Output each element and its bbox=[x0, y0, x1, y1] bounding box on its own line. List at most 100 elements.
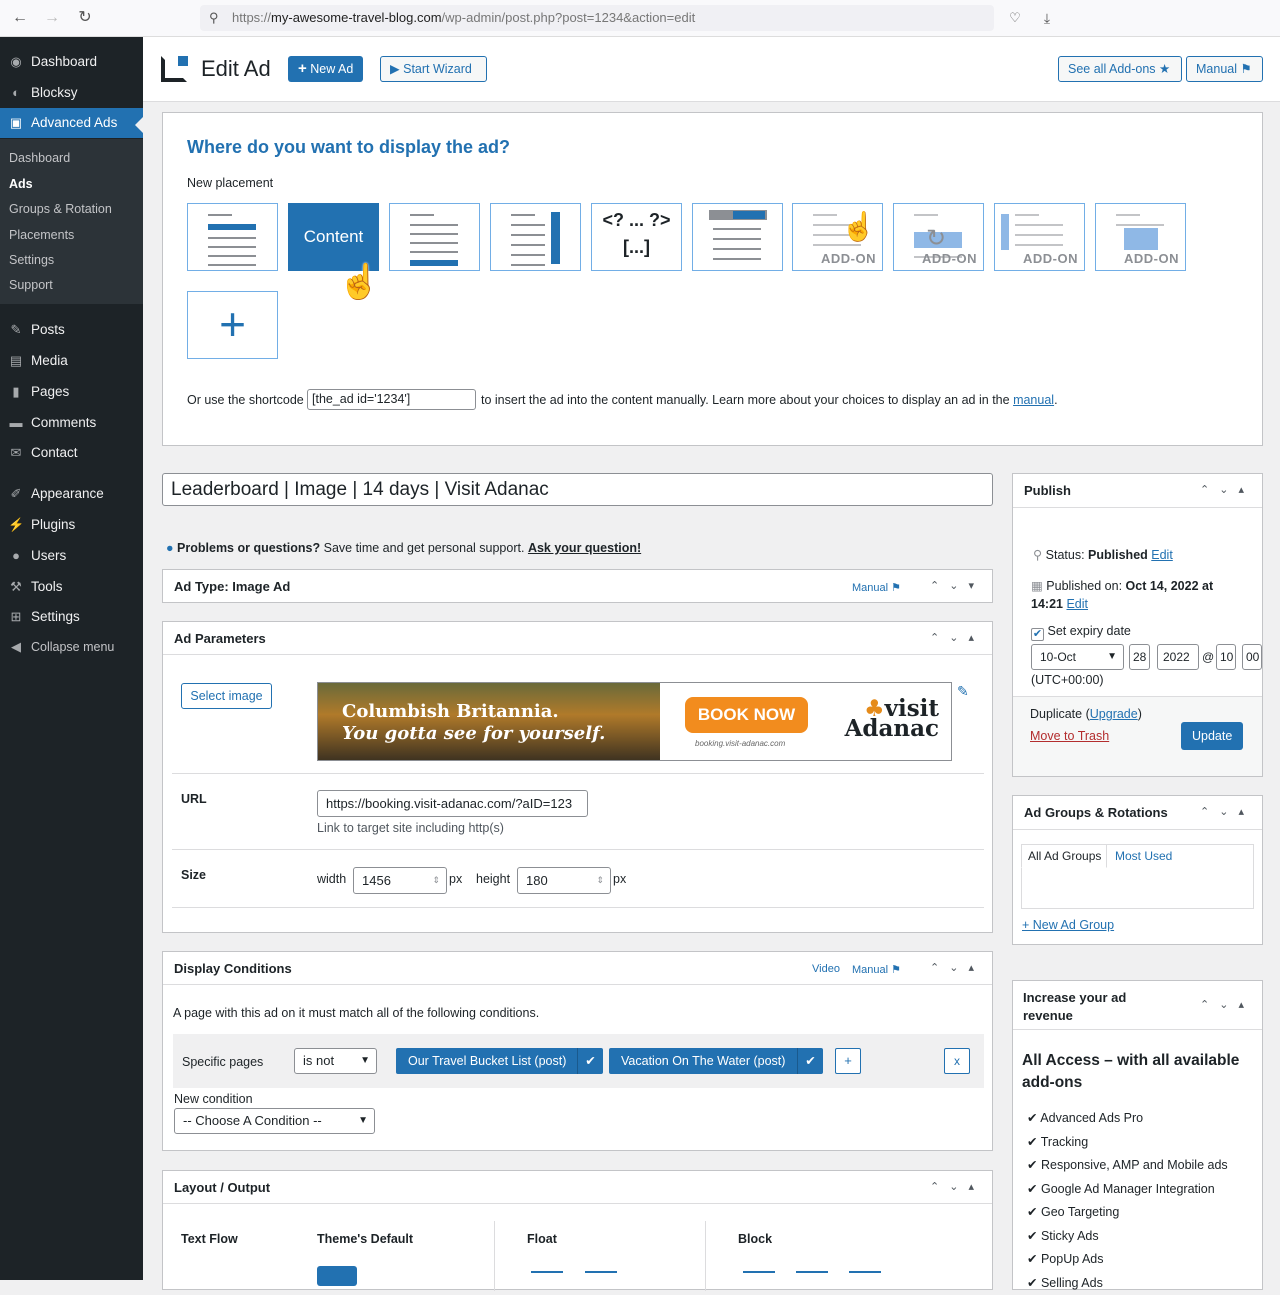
chevron-down-icon: ▼ bbox=[1107, 645, 1117, 669]
see-addons-button[interactable]: See all Add-ons ★ bbox=[1058, 56, 1182, 82]
submenu-support[interactable]: Support bbox=[9, 278, 53, 292]
url-input[interactable]: https://booking.visit-adanac.com/?aID=12… bbox=[317, 790, 588, 817]
placement-after-content[interactable] bbox=[389, 203, 480, 271]
block-left-option[interactable] bbox=[743, 1271, 775, 1273]
revenue-title[interactable]: Increase your adrevenue bbox=[1023, 989, 1126, 1025]
collapse-icon: ◀ bbox=[8, 632, 24, 662]
sidebar-item-advanced-ads[interactable]: ▣Advanced Ads bbox=[0, 108, 143, 138]
new-placement-label: New placement bbox=[187, 176, 273, 190]
edit-status-link[interactable]: Edit bbox=[1151, 548, 1173, 562]
reload-icon[interactable]: ↻ bbox=[75, 8, 95, 28]
placement-addon-layer[interactable]: ADD-ON bbox=[1095, 203, 1186, 271]
remove-condition-button[interactable]: x bbox=[944, 1048, 970, 1074]
placement-content[interactable]: Content bbox=[288, 203, 379, 271]
manual-button[interactable]: Manual ⚑ bbox=[1186, 56, 1263, 82]
placement-php-shortcode[interactable]: <? ... ?> [...] bbox=[591, 203, 682, 271]
sidebar-item-tools[interactable]: ⚒Tools bbox=[0, 572, 143, 602]
panel-controls[interactable]: ⌃⌄▴ bbox=[1200, 796, 1254, 829]
new-ad-button[interactable]: + New Ad bbox=[288, 56, 363, 82]
submenu-dashboard[interactable]: Dashboard bbox=[9, 151, 70, 165]
sidebar-item-dashboard[interactable]: ◉Dashboard bbox=[0, 47, 143, 77]
placement-addon-side[interactable]: ADD-ON bbox=[994, 203, 1085, 271]
submenu-ads[interactable]: Ads bbox=[9, 177, 33, 191]
manual-link[interactable]: manual bbox=[1013, 393, 1054, 407]
submenu-settings[interactable]: Settings bbox=[9, 253, 54, 267]
select-image-button[interactable]: Select image bbox=[181, 683, 272, 709]
placement-addon-refresh[interactable]: ↻ ADD-ON bbox=[893, 203, 984, 271]
shortcode-field[interactable]: [the_ad id='1234'] bbox=[307, 389, 476, 410]
spinner-icon[interactable]: ⇕ bbox=[596, 868, 604, 893]
upgrade-link[interactable]: Upgrade bbox=[1090, 707, 1138, 721]
ad-type-manual-link[interactable]: Manual ⚑ bbox=[852, 581, 901, 594]
add-placement-button[interactable]: + bbox=[187, 291, 278, 359]
block-right-option[interactable] bbox=[849, 1271, 881, 1273]
page-header: Edit Ad + New Ad ▶ Start Wizard See all … bbox=[143, 37, 1280, 102]
float-right-option[interactable] bbox=[585, 1271, 617, 1273]
conditions-manual-link[interactable]: Manual ⚑ bbox=[852, 963, 901, 976]
panel-controls[interactable]: ⌃⌄▴ bbox=[930, 1171, 984, 1204]
sidebar-item-plugins[interactable]: ⚡Plugins bbox=[0, 510, 143, 540]
add-condition-value-button[interactable]: + bbox=[835, 1048, 861, 1074]
dashboard-icon: ◉ bbox=[8, 47, 24, 77]
sidebar-item-media[interactable]: ▤Media bbox=[0, 346, 143, 376]
expiry-row: ✔ Set expiry date bbox=[1031, 624, 1131, 641]
placement-header-code[interactable] bbox=[692, 203, 783, 271]
float-left-option[interactable] bbox=[531, 1271, 563, 1273]
height-input[interactable]: 180⇕ bbox=[517, 867, 611, 894]
pocket-icon[interactable]: ♡ bbox=[1005, 8, 1025, 28]
choose-condition-select[interactable]: -- Choose A Condition --▼ bbox=[174, 1108, 375, 1134]
sidebar-item-blocksy[interactable]: ◐Blocksy bbox=[0, 78, 143, 108]
tab-most-used[interactable]: Most Used bbox=[1115, 849, 1172, 863]
sidebar-item-pages[interactable]: ▮Pages bbox=[0, 377, 143, 407]
checkmark-icon[interactable]: ✔ bbox=[577, 1048, 603, 1074]
collapse-menu[interactable]: ◀Collapse menu bbox=[0, 632, 143, 662]
expiry-year-input[interactable]: 2022 bbox=[1157, 644, 1199, 670]
operator-select[interactable]: is not▼ bbox=[294, 1048, 377, 1074]
sidebar-item-posts[interactable]: ✎Posts bbox=[0, 315, 143, 345]
spinner-icon[interactable]: ⇕ bbox=[432, 868, 440, 893]
default-flow-option[interactable] bbox=[317, 1266, 357, 1286]
download-icon[interactable]: ⤓ bbox=[1037, 8, 1057, 28]
edit-date-link[interactable]: Edit bbox=[1066, 597, 1088, 611]
sidebar-item-appearance[interactable]: ✐Appearance bbox=[0, 479, 143, 509]
address-bar[interactable]: ⚲ https://my-awesome-travel-blog.com/wp-… bbox=[200, 5, 994, 31]
panel-controls[interactable]: ⌃⌄▾ bbox=[930, 570, 984, 603]
page-chip-2[interactable]: Vacation On The Water (post)✔ bbox=[609, 1048, 823, 1074]
placement-addon-hand[interactable]: ☝ ADD-ON bbox=[792, 203, 883, 271]
expiry-minute-input[interactable]: 00 bbox=[1242, 644, 1262, 670]
ad-parameters-title[interactable]: Ad Parameters bbox=[163, 622, 992, 655]
video-link[interactable]: Video bbox=[812, 963, 840, 975]
ask-question-link[interactable]: Ask your question! bbox=[528, 541, 641, 555]
mail-icon: ✉ bbox=[8, 438, 24, 468]
expiry-hour-input[interactable]: 10 bbox=[1216, 644, 1236, 670]
checkmark-icon[interactable]: ✔ bbox=[797, 1048, 823, 1074]
panel-controls[interactable]: ⌃⌄▴ bbox=[1200, 474, 1254, 507]
placement-sidebar-widget[interactable] bbox=[490, 203, 581, 271]
sidebar-item-contact[interactable]: ✉Contact bbox=[0, 438, 143, 468]
submenu-groups[interactable]: Groups & Rotation bbox=[9, 202, 112, 216]
panel-controls[interactable]: ⌃⌄▴ bbox=[930, 952, 984, 985]
sidebar-item-comments[interactable]: ▬Comments bbox=[0, 408, 143, 438]
layout-output-title[interactable]: Layout / Output bbox=[163, 1171, 992, 1204]
width-input[interactable]: 1456⇕ bbox=[353, 867, 447, 894]
sidebar-item-users[interactable]: ●Users bbox=[0, 541, 143, 571]
expiry-month-select[interactable]: 10-Oct▼ bbox=[1031, 644, 1124, 670]
placement-before-content[interactable] bbox=[187, 203, 278, 271]
expiry-day-input[interactable]: 28 bbox=[1129, 644, 1150, 670]
expiry-checkbox[interactable]: ✔ bbox=[1031, 628, 1044, 641]
start-wizard-button[interactable]: ▶ Start Wizard bbox=[380, 56, 487, 82]
sidebar-item-settings[interactable]: ⊞Settings bbox=[0, 602, 143, 632]
panel-controls[interactable]: ⌃⌄▴ bbox=[930, 622, 984, 655]
block-center-option[interactable] bbox=[796, 1271, 828, 1273]
back-icon[interactable]: ← bbox=[10, 8, 30, 28]
forward-icon[interactable]: → bbox=[42, 8, 62, 28]
submenu-placements[interactable]: Placements bbox=[9, 228, 74, 242]
new-ad-group-link[interactable]: + New Ad Group bbox=[1022, 918, 1114, 932]
ad-title-input[interactable]: Leaderboard | Image | 14 days | Visit Ad… bbox=[162, 473, 993, 506]
move-to-trash-link[interactable]: Move to Trash bbox=[1030, 729, 1109, 743]
update-button[interactable]: Update bbox=[1181, 722, 1243, 750]
page-chip-1[interactable]: Our Travel Bucket List (post)✔ bbox=[396, 1048, 603, 1074]
panel-controls[interactable]: ⌃⌄▴ bbox=[1200, 989, 1254, 1022]
edit-pencil-icon[interactable]: ✎ bbox=[957, 683, 969, 700]
tab-all-ad-groups[interactable]: All Ad Groups bbox=[1021, 844, 1107, 868]
